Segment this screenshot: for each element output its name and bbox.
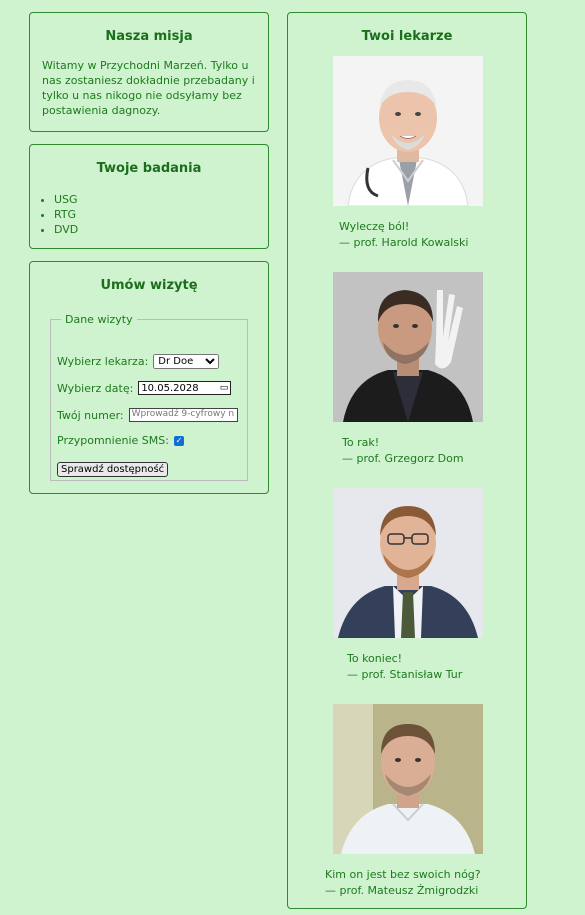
doctor-label: Wybierz lekarza:	[57, 355, 149, 368]
doctor-select[interactable]: Dr Doe	[153, 354, 220, 369]
doctor-quote-text: To rak!	[342, 436, 380, 449]
visit-fieldset: Dane wizyty Wybierz lekarza: Dr Doe Wybi…	[50, 313, 248, 481]
doctor-author: — prof. Harold Kowalski	[339, 236, 469, 249]
doctor-quote-text: Kim on jest bez swoich nóg?	[325, 868, 481, 881]
tests-item: DVD	[54, 222, 268, 237]
doctor-quote-2: To rak! — prof. Grzegorz Dom	[342, 435, 464, 467]
mission-title: Nasza misja	[105, 29, 193, 44]
mission-text: Witamy w Przychodni Marzeń. Tylko u nas …	[42, 59, 255, 117]
doctor-quote-3: To koniec! — prof. Stanisław Tur	[347, 651, 462, 683]
doctor-quote-1: Wyleczę ból! — prof. Harold Kowalski	[339, 219, 468, 251]
date-label: Wybierz datę:	[57, 381, 134, 395]
mission-panel: Nasza misja Witamy w Przychodni Marzeń. …	[29, 12, 269, 132]
doctor-row: Wybierz lekarza: Dr Doe	[57, 354, 220, 369]
calendar-icon[interactable]: ▭	[220, 383, 229, 393]
doctor-photo-1	[333, 56, 483, 206]
date-value: 10.05.2028	[141, 382, 199, 394]
appointment-panel: Umów wizytę Dane wizyty Wybierz lekarza:…	[29, 261, 269, 494]
doctor-photo-3	[333, 488, 483, 638]
doctor-quote-4: Kim on jest bez swoich nóg? — prof. Mate…	[325, 867, 481, 899]
appointment-title: Umów wizytę	[100, 278, 198, 293]
doctor-photo-4	[333, 704, 483, 854]
sms-row: Przypomnienie SMS: ✓	[57, 434, 184, 447]
tests-item: RTG	[54, 207, 268, 222]
phone-label: Twój numer:	[57, 408, 124, 422]
tests-item: USG	[54, 192, 268, 207]
doctor-quote-text: To koniec!	[347, 652, 403, 665]
tests-list: USG RTG DVD	[54, 192, 268, 237]
date-input[interactable]: 10.05.2028 ▭	[138, 381, 232, 395]
doctor-author: — prof. Mateusz Żmigrodzki	[325, 884, 479, 897]
tests-title: Twoje badania	[96, 161, 202, 176]
button-row: Sprawdź dostępność	[57, 462, 169, 477]
doctor-author: — prof. Grzegorz Dom	[342, 452, 464, 465]
sms-label: Przypomnienie SMS:	[57, 434, 169, 447]
tests-panel: Twoje badania USG RTG DVD	[29, 144, 269, 249]
doctors-panel: Twoi lekarze Wyleczę ból! — prof. Harold…	[287, 12, 527, 909]
doctor-quote-text: Wyleczę ból!	[339, 220, 410, 233]
visit-legend: Dane wizyty	[65, 313, 133, 326]
doctors-title: Twoi lekarze	[361, 29, 453, 44]
phone-input[interactable]: Wprowadź 9-cyfrowy n	[128, 408, 238, 422]
sms-checkbox[interactable]: ✓	[173, 435, 184, 446]
phone-row: Twój numer: Wprowadź 9-cyfrowy n	[57, 408, 238, 422]
check-availability-button[interactable]: Sprawdź dostępność	[57, 462, 169, 477]
doctor-author: — prof. Stanisław Tur	[347, 668, 463, 681]
doctor-photo-2	[333, 272, 483, 422]
date-row: Wybierz datę: 10.05.2028 ▭	[57, 381, 232, 395]
